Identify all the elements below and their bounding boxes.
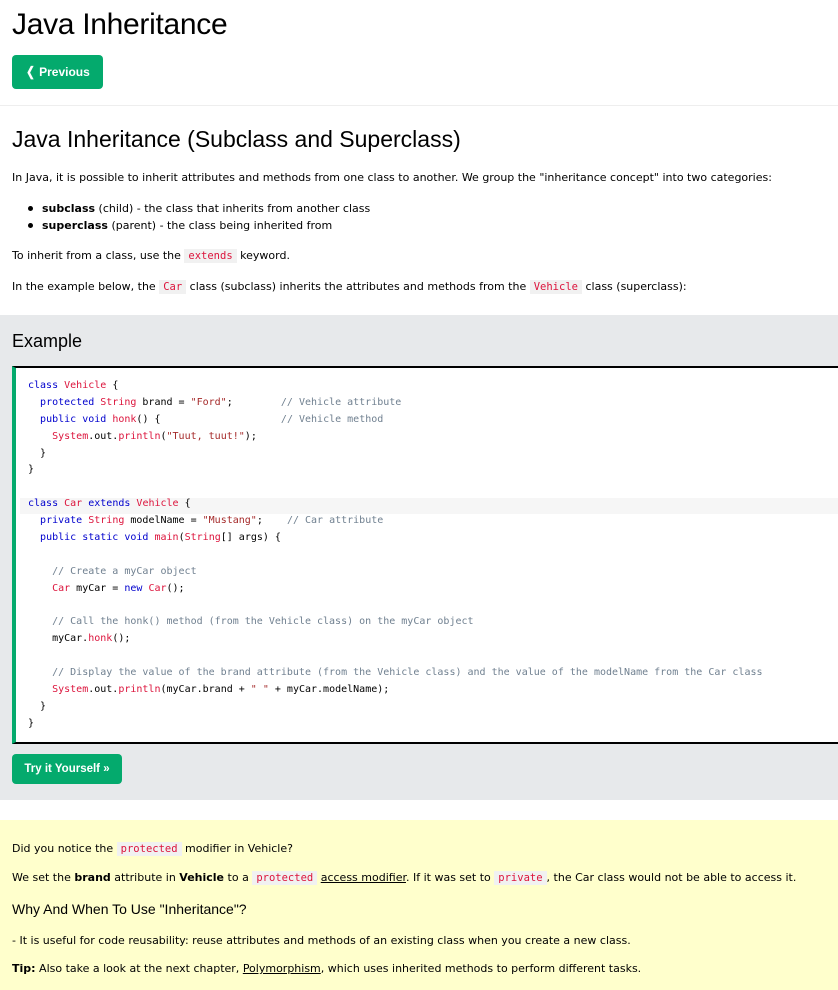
text: To inherit from a class, use the	[12, 249, 185, 262]
note-question: Did you notice the protected modifier in…	[12, 841, 293, 857]
try-it-yourself-button[interactable]: Try it Yourself »	[12, 754, 122, 784]
tip-paragraph: Tip: Also take a look at the next chapte…	[12, 961, 641, 977]
code-line: }	[28, 447, 47, 459]
previous-button[interactable]: ❮ Previous	[12, 55, 103, 89]
text: class (superclass):	[581, 280, 687, 293]
intro-paragraph: In Java, it is possible to inherit attri…	[12, 171, 772, 184]
code-line: System.out.println(myCar.brand + " " + m…	[52, 684, 390, 696]
term-subclass: subclass	[42, 202, 96, 215]
text: class (subclass) inherits the attributes…	[186, 280, 530, 293]
code-line: protected String brand = "Ford"; // Vehi…	[40, 396, 402, 408]
text: modifier in Vehicle?	[181, 842, 293, 855]
bold-vehicle: Vehicle	[179, 871, 225, 884]
text: Also take a look at the next chapter,	[35, 962, 243, 975]
text: attribute in	[110, 871, 180, 884]
divider	[0, 105, 838, 106]
section-title: Java Inheritance (Subclass and Superclas…	[12, 126, 461, 152]
text: We set the	[12, 871, 75, 884]
page-title: Java Inheritance	[12, 8, 228, 41]
list-item-desc: (child) - the class that inherits from a…	[95, 202, 371, 215]
inline-code-extends: extends	[184, 249, 237, 263]
category-list: subclass (child) - the class that inheri…	[28, 200, 370, 234]
code-line: }	[28, 700, 47, 712]
inline-code-private: private	[494, 871, 547, 885]
reuse-paragraph: - It is useful for code reusability: reu…	[12, 934, 631, 947]
code-line: // Create a myCar object	[52, 565, 197, 577]
code-line: // Call the honk() method (from the Vehi…	[52, 616, 474, 628]
extends-paragraph: To inherit from a class, use the extends…	[12, 248, 290, 264]
why-heading: Why And When To Use "Inheritance"?	[12, 901, 247, 917]
example-intro-paragraph: In the example below, the Car class (sub…	[12, 279, 687, 295]
text: to a	[224, 871, 253, 884]
code-line: private String modelName = "Mustang"; //…	[40, 515, 384, 527]
code-line: myCar.honk();	[28, 633, 131, 645]
tip-label: Tip:	[12, 962, 36, 975]
inline-code-car: Car	[159, 280, 187, 294]
code-panel[interactable]: class Vehicle { protected String brand =…	[12, 366, 838, 744]
access-modifier-link[interactable]: access modifier	[321, 871, 406, 884]
text: , which uses inherited methods to perfor…	[320, 962, 642, 975]
inline-code-protected: protected	[116, 842, 182, 856]
text: . If it was set to	[405, 871, 495, 884]
list-item: subclass (child) - the class that inheri…	[28, 200, 370, 217]
chevron-left-icon: ❮	[26, 64, 36, 79]
term-superclass: superclass	[42, 219, 108, 232]
code-line: Car myCar = new Car();	[52, 582, 185, 594]
inline-code-protected: protected	[252, 871, 318, 885]
code-block: class Vehicle { protected String brand =…	[28, 378, 763, 733]
text: Did you notice the	[12, 842, 117, 855]
text: , the Car class would not be able to acc…	[546, 871, 797, 884]
list-item-desc: (parent) - the class being inherited fro…	[107, 219, 333, 232]
code-line: class Vehicle {	[28, 380, 119, 391]
text: In the example below, the	[12, 280, 160, 293]
note-brand-paragraph: We set the brand attribute in Vehicle to…	[12, 870, 796, 886]
polymorphism-link[interactable]: Polymorphism	[243, 962, 321, 975]
previous-label: Previous	[39, 65, 90, 79]
list-item: superclass (parent) - the class being in…	[28, 217, 370, 234]
code-line: public void honk() { // Vehicle method	[40, 413, 384, 425]
inline-code-vehicle: Vehicle	[529, 280, 582, 294]
code-line: public static void main(String[] args) {	[40, 532, 281, 544]
code-line: System.out.println("Tuut, tuut!");	[52, 430, 257, 442]
code-line: }	[28, 717, 35, 729]
text: keyword.	[236, 249, 290, 262]
example-heading: Example	[12, 331, 83, 351]
code-line: class Car extends Vehicle {	[28, 498, 191, 510]
bold-brand: brand	[74, 871, 111, 884]
code-line: }	[28, 464, 35, 476]
code-line: // Display the value of the brand attrib…	[52, 667, 763, 679]
